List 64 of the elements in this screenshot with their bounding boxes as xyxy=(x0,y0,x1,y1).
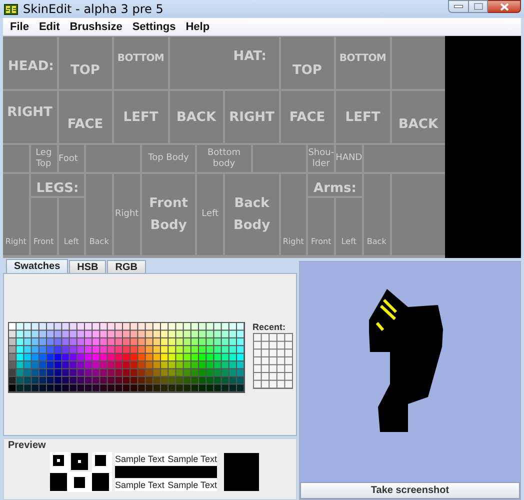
preview-color-square xyxy=(224,453,259,491)
minimize-icon xyxy=(454,5,463,8)
template-cell[interactable]: Back xyxy=(86,174,112,255)
template-cell[interactable]: Right xyxy=(3,174,29,255)
template-cell[interactable]: HEAD: xyxy=(3,37,56,89)
sample-text: Sample Text xyxy=(168,479,217,491)
sample-text: Sample Text xyxy=(115,479,164,491)
template-cell[interactable] xyxy=(364,145,445,172)
template-cell[interactable] xyxy=(392,37,445,89)
window-title: SkinEdit - alpha 3 pre 5 xyxy=(23,2,164,16)
menu-item[interactable]: Settings xyxy=(127,20,181,32)
template-cell[interactable]: BACK xyxy=(392,91,445,143)
template-cell[interactable]: RIGHT xyxy=(3,91,56,143)
template-cell[interactable]: Leg Top xyxy=(30,145,56,172)
template-cell[interactable]: Right xyxy=(114,174,140,255)
template-cell[interactable]: FACE xyxy=(58,91,112,143)
close-button[interactable] xyxy=(488,0,521,13)
preview-label: Preview xyxy=(7,439,47,451)
template-cell[interactable]: LEFT xyxy=(336,91,390,143)
preview-squares-drawing xyxy=(50,452,112,492)
template-cell[interactable] xyxy=(392,174,445,255)
minimize-button[interactable] xyxy=(448,0,469,13)
template-cell[interactable]: RIGHT xyxy=(225,91,278,143)
section-label: Arms: xyxy=(308,174,362,196)
template-cell[interactable]: BOTTOM xyxy=(336,37,390,89)
recent-label: Recent: xyxy=(252,322,286,332)
template-cell[interactable]: Front xyxy=(30,198,56,255)
template-cell[interactable]: Right xyxy=(280,174,306,255)
template-cell[interactable]: BACK xyxy=(170,91,223,143)
template-cell[interactable]: Left xyxy=(336,198,362,255)
template-cell[interactable]: Back Body xyxy=(225,174,278,255)
template-cell[interactable]: Foot xyxy=(58,145,84,172)
template-cell[interactable]: Shou-lder xyxy=(308,145,334,172)
template-cell[interactable]: FACE xyxy=(280,91,334,143)
swatch-grid[interactable] xyxy=(8,322,244,393)
menu-item[interactable]: Edit xyxy=(34,20,65,32)
template-cell[interactable]: Bottom body xyxy=(197,145,251,172)
app-icon xyxy=(4,4,18,14)
close-icon xyxy=(500,2,508,10)
sample-text: Sample Text xyxy=(168,453,217,465)
template-cell[interactable]: Front Body xyxy=(142,174,196,255)
template-cell[interactable]: Back xyxy=(364,174,390,255)
template-cell[interactable] xyxy=(3,145,29,172)
tab[interactable]: HSB xyxy=(69,260,106,273)
template-cell[interactable]: Left xyxy=(197,174,223,255)
template-cell[interactable]: BOTTOM xyxy=(114,37,168,89)
template-cell[interactable]: Left xyxy=(58,198,84,255)
section-label: LEGS: xyxy=(30,174,84,196)
tab[interactable]: Swatches xyxy=(6,259,68,273)
template-cell[interactable]: Top Body xyxy=(142,145,196,172)
menu-item[interactable]: File xyxy=(5,20,34,32)
template-cell[interactable]: HAND xyxy=(336,145,362,172)
template-cell[interactable]: TOP xyxy=(58,37,112,89)
template-cell[interactable]: HAT: xyxy=(170,37,278,89)
template-cell[interactable]: Front xyxy=(308,198,334,255)
menu-item[interactable]: Help xyxy=(180,20,215,32)
tab[interactable]: RGB xyxy=(107,260,146,273)
menu-item[interactable]: Brushsize xyxy=(64,20,128,32)
recent-swatch-grid[interactable] xyxy=(252,332,292,388)
template-cell[interactable]: TOP xyxy=(280,37,334,89)
maximize-icon xyxy=(474,3,482,10)
sample-text: Sample Text xyxy=(115,453,164,465)
screenshot-button[interactable]: Take screenshot xyxy=(300,482,520,499)
template-cell[interactable]: LEFT xyxy=(114,91,168,143)
